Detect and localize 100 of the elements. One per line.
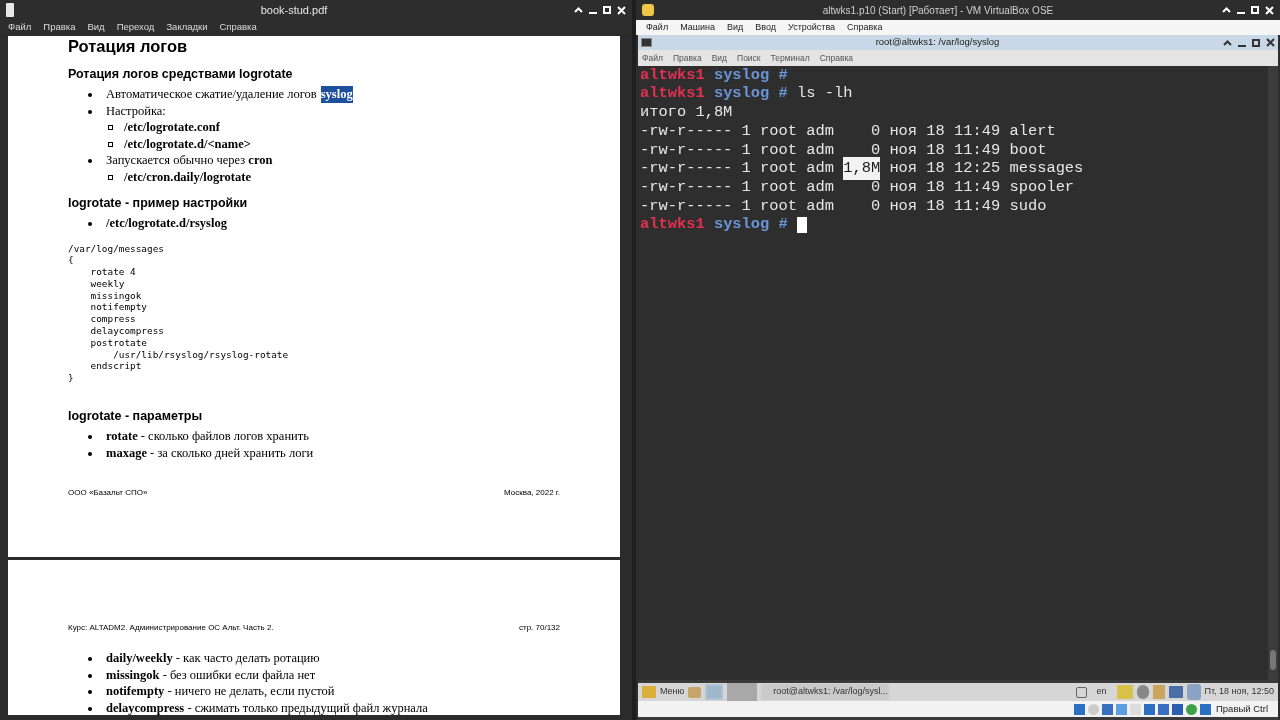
menu-item[interactable]: Машина xyxy=(680,20,715,35)
file-date: ноя 18 11:49 xyxy=(889,139,1001,161)
page-heading: Ротация логов xyxy=(68,36,189,56)
list-item-text: /etc/logrotate.conf xyxy=(124,119,220,136)
command-text: ls -lh xyxy=(797,83,853,105)
scrollbar[interactable] xyxy=(1268,66,1278,680)
bullet-icon xyxy=(108,125,113,130)
maximize-icon[interactable] xyxy=(1252,38,1260,47)
menu-item[interactable]: Переход xyxy=(116,20,155,35)
menu-item[interactable]: Файл xyxy=(646,20,669,35)
keyboard-layout[interactable]: en xyxy=(1090,685,1113,699)
page-footer-text: Москва, 2022 г. xyxy=(504,487,560,499)
menu-item[interactable]: Вид xyxy=(87,20,105,35)
file-date: ноя 18 11:49 xyxy=(889,195,1001,217)
host-key-label: Правый Ctrl xyxy=(1216,701,1268,716)
status-icon[interactable] xyxy=(1186,703,1197,715)
menu-button[interactable]: Меню xyxy=(660,685,685,699)
file-name: alert xyxy=(1009,120,1056,142)
code-line: } xyxy=(68,372,75,385)
file-size: 1,8M xyxy=(843,157,881,181)
list-item-text: Автоматическое сжатие/удаление логов xyxy=(106,86,317,103)
page-header-text: Курс: ALTADM2. Администрирование ОС Альт. Часть 2. xyxy=(68,622,274,634)
close-icon[interactable] xyxy=(1266,38,1275,47)
list-item-text: notifempty - ничего не делать, если пустой xyxy=(106,683,335,700)
menu-item[interactable]: Поиск xyxy=(737,51,761,65)
file-name: sudo xyxy=(1009,195,1047,217)
code-line: /usr/lib/rsyslog/rsyslog-rotate xyxy=(112,348,290,361)
bullet-icon xyxy=(88,222,92,226)
prompt-directory: syslog # xyxy=(713,83,788,105)
file-permissions: -rw-r----- 1 root adm xyxy=(640,195,834,217)
menu-item[interactable]: Вид xyxy=(711,51,727,65)
list-item-text: delaycompress - сжимать только предыдущий файл журнала xyxy=(106,699,428,715)
window-title: book-stud.pdf xyxy=(259,2,329,18)
menu-item[interactable]: Правка xyxy=(43,20,76,35)
file-date: ноя 18 11:49 xyxy=(889,120,1001,142)
code-line: endscript xyxy=(89,360,143,373)
bullet-icon xyxy=(88,93,92,97)
code-line: weekly xyxy=(89,277,126,290)
section-heading: logrotate - параметры xyxy=(68,408,204,425)
collapse-icon[interactable] xyxy=(1223,39,1232,46)
clock: Пт, 18 ноя, 12:50 xyxy=(1204,685,1274,699)
code-line: notifempty xyxy=(89,301,149,314)
page-header-text: стр. 70/132 xyxy=(518,622,560,634)
menu-item[interactable]: Правка xyxy=(672,51,702,65)
status-icon[interactable] xyxy=(1172,703,1183,715)
menu-item[interactable]: Справка xyxy=(819,51,854,65)
status-icon[interactable] xyxy=(1116,703,1127,715)
taskbar-task[interactable]: root@altwks1: /var/log/sysl... xyxy=(761,684,890,700)
code-line: /var/log/messages xyxy=(68,242,165,255)
selected-text: syslog xyxy=(320,86,353,103)
bullet-icon xyxy=(88,690,92,694)
window-title: altwks1.p10 (Start) [Работает] - VM VirtualBox OSE xyxy=(821,3,1055,18)
bullet-icon xyxy=(88,706,92,711)
section-heading: logrotate - пример настройки xyxy=(68,195,249,211)
list-item-text: missingok - без ошибки если файла нет xyxy=(106,666,316,683)
prompt-directory: syslog # xyxy=(713,214,788,236)
app-icon xyxy=(6,3,14,17)
status-icon[interactable] xyxy=(1144,703,1155,715)
status-icon[interactable] xyxy=(1200,703,1211,715)
file-name: boot xyxy=(1009,139,1047,161)
section-heading: Ротация логов средствами logrotate xyxy=(68,66,294,82)
prompt-host: altwks1 xyxy=(640,214,705,236)
status-icon[interactable] xyxy=(1074,703,1085,715)
list-item-text: daily/weekly - как часто делать ротацию xyxy=(106,650,320,667)
menu-item[interactable]: Терминал xyxy=(770,51,810,65)
menu-item[interactable]: Закладки xyxy=(166,20,208,35)
code-line: rotate 4 xyxy=(89,266,137,278)
list-item-text: Настройка: xyxy=(106,102,166,119)
file-permissions: -rw-r----- 1 root adm xyxy=(640,139,834,161)
menu-item[interactable]: Устройства xyxy=(788,20,836,35)
code-line: delaycompress xyxy=(89,325,165,337)
text-cursor xyxy=(797,216,807,233)
bullet-icon xyxy=(88,159,92,163)
prompt-host: altwks1 xyxy=(640,83,705,105)
menu-item[interactable]: Файл xyxy=(642,51,663,65)
list-item-text: maxage - за сколько дней хранить логи xyxy=(106,444,314,462)
list-item-text: rotate - сколько файлов логов хранить xyxy=(106,428,309,445)
prompt-host: altwks1 xyxy=(640,64,705,86)
terminal-area[interactable] xyxy=(638,66,1278,680)
list-item-text: /etc/cron.daily/logrotate xyxy=(124,168,251,185)
bullet-icon xyxy=(88,673,92,678)
menu-item[interactable]: Файл xyxy=(8,20,32,35)
app-icon xyxy=(642,4,654,16)
menu-item[interactable]: Вид xyxy=(726,20,744,35)
bullet-icon xyxy=(88,657,92,661)
code-line: postrotate xyxy=(89,336,149,349)
menu-item[interactable]: Справка xyxy=(219,20,257,35)
file-size: 0 xyxy=(870,195,881,217)
bullet-icon xyxy=(88,451,92,456)
list-item-text: Запускается обычно через cron xyxy=(106,152,273,169)
menu-item[interactable]: Справка xyxy=(847,20,883,35)
menu-item[interactable]: Ввод xyxy=(755,20,776,35)
minimize-icon[interactable] xyxy=(1238,44,1246,47)
file-size: 0 xyxy=(870,120,881,142)
status-icon[interactable] xyxy=(1158,703,1169,715)
bullet-icon xyxy=(108,141,113,147)
list-item-text: /etc/logrotate.d/rsyslog xyxy=(106,215,227,232)
code-line: compress xyxy=(89,313,137,326)
status-icon[interactable] xyxy=(1102,703,1113,715)
page-footer-text: ООО «Базальт СПО» xyxy=(68,487,148,499)
